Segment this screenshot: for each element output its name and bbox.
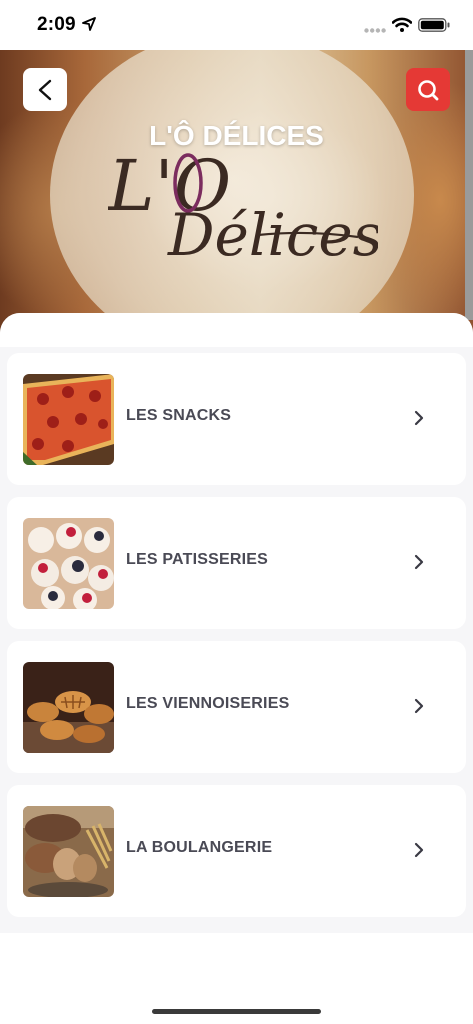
brand-logo: L'O Délices [108, 145, 378, 265]
scrollbar[interactable] [465, 50, 473, 320]
status-bar: 2:09 [0, 0, 473, 50]
sheet-header [0, 313, 473, 347]
category-label: LA BOULANGERIE [126, 839, 273, 856]
search-button[interactable] [406, 68, 450, 111]
croissants-photo [23, 662, 114, 753]
search-icon [418, 79, 439, 100]
category-label: LES VIENNOISERIES [126, 695, 290, 712]
pizza-photo [23, 374, 114, 465]
home-indicator[interactable] [152, 1009, 321, 1014]
signal-dots-icon [364, 28, 386, 33]
wifi-icon [392, 17, 412, 32]
chevron-right-icon [414, 842, 424, 858]
hero-banner: L'O Délices L'Ô DÉLICES [0, 50, 473, 340]
chevron-left-icon [38, 79, 52, 100]
page-title: L'Ô DÉLICES [149, 120, 324, 151]
chevron-right-icon [414, 554, 424, 570]
category-card-viennoiseries[interactable]: LES VIENNOISERIES [7, 641, 466, 773]
chevron-right-icon [414, 698, 424, 714]
category-label: LES PATISSERIES [126, 551, 268, 568]
category-card-patisseries[interactable]: LES PATISSERIES [7, 497, 466, 629]
bread-photo [23, 806, 114, 897]
category-card-boulangerie[interactable]: LA BOULANGERIE [7, 785, 466, 917]
back-button[interactable] [23, 68, 67, 111]
status-time: 2:09 [37, 14, 76, 35]
category-list: LES SNACKS LES PATISSERIES LES VIENNOISE… [0, 313, 473, 933]
category-card-snacks[interactable]: LES SNACKS [7, 353, 466, 485]
chevron-right-icon [414, 410, 424, 426]
pastries-photo [23, 518, 114, 609]
battery-icon [418, 18, 450, 32]
category-label: LES SNACKS [126, 407, 232, 424]
location-arrow-icon [82, 17, 96, 31]
